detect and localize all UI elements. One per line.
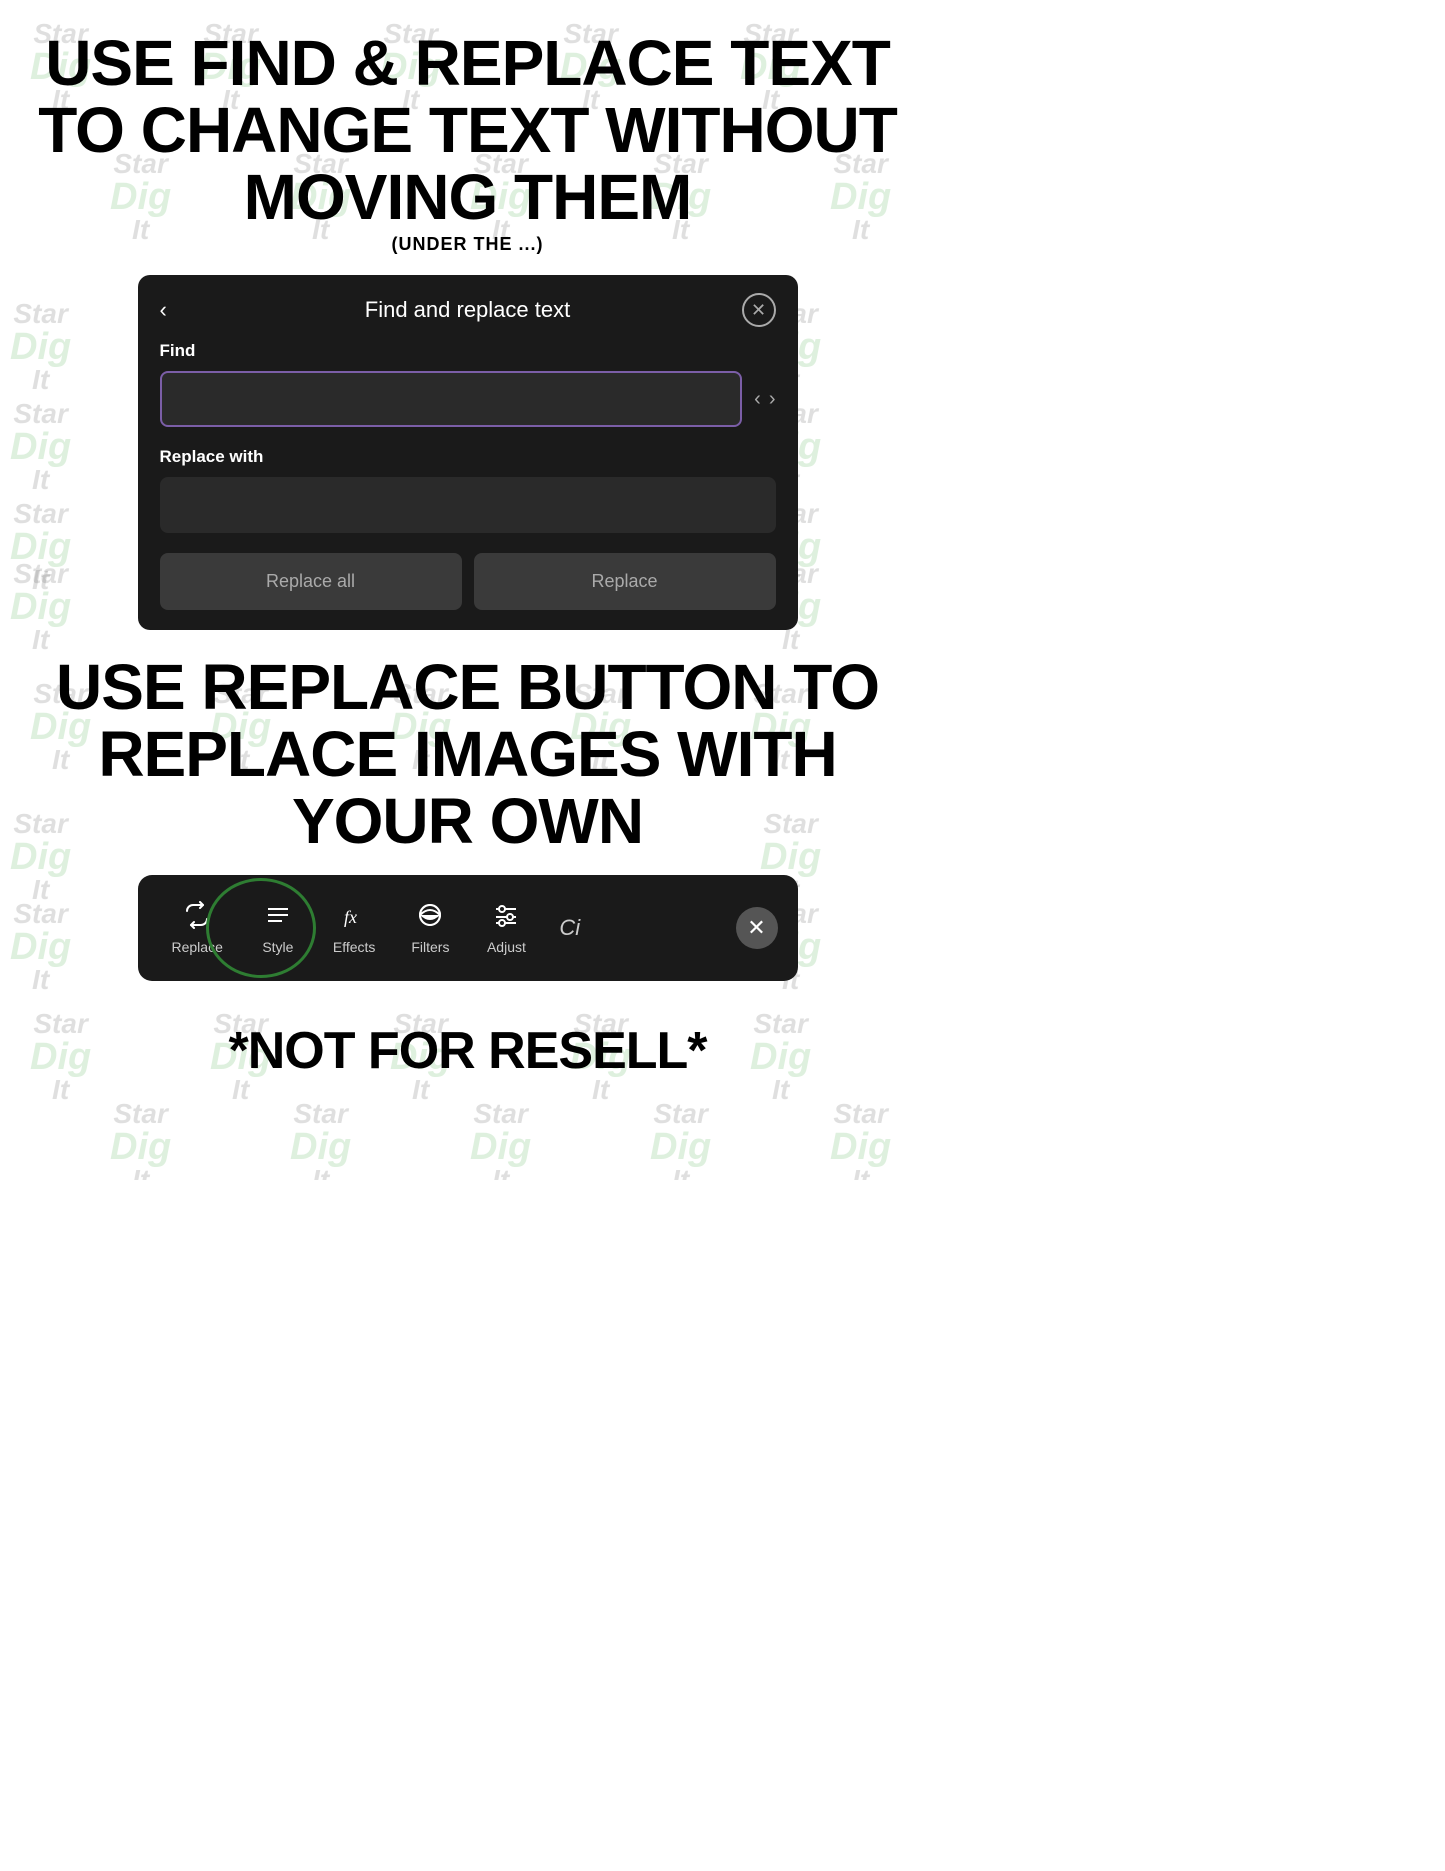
find-row: ‹ › (160, 371, 776, 427)
main-title: USE FIND & REPLACE TEXT TO CHANGE TEXT W… (38, 30, 898, 232)
toolbar-item-ci[interactable]: Ci (547, 909, 592, 947)
replace-all-button[interactable]: Replace all (160, 553, 462, 610)
filters-icon (416, 901, 444, 933)
dialog-body: Find ‹ › Replace with Replace all Replac… (138, 341, 798, 610)
find-input[interactable] (160, 371, 743, 427)
toolbar: Replace Style fx Effects (138, 875, 798, 981)
replace-with-input[interactable] (160, 477, 776, 533)
toolbar-close-button[interactable]: ✕ (736, 907, 778, 949)
filters-label: Filters (411, 939, 449, 955)
dialog-header: ‹ Find and replace text ✕ (138, 275, 798, 341)
dialog-back-button[interactable]: ‹ (160, 299, 167, 321)
footer-text: *NOT FOR RESELL* (38, 1021, 898, 1081)
style-icon (264, 901, 292, 933)
toolbar-item-style[interactable]: Style (243, 893, 313, 963)
find-replace-dialog: ‹ Find and replace text ✕ Find ‹ › Repla… (138, 275, 798, 630)
style-label: Style (262, 939, 293, 955)
prev-arrow-button[interactable]: ‹ (754, 389, 761, 409)
ci-icon: Ci (553, 917, 586, 939)
toolbar-item-effects[interactable]: fx Effects (319, 893, 390, 963)
toolbar-item-filters[interactable]: Filters (395, 893, 465, 963)
dialog-title: Find and replace text (365, 297, 570, 323)
replace-button-title: USE REPLACE BUTTON TO REPLACE IMAGES WIT… (38, 654, 898, 856)
replace-icon (183, 901, 211, 933)
replace-button[interactable]: Replace (474, 553, 776, 610)
find-label: Find (160, 341, 776, 361)
effects-icon: fx (340, 901, 368, 933)
toolbar-item-adjust[interactable]: Adjust (471, 893, 541, 963)
nav-arrows: ‹ › (754, 389, 775, 409)
toolbar-item-replace[interactable]: Replace (158, 893, 237, 963)
replace-label: Replace (172, 939, 223, 955)
next-arrow-button[interactable]: › (769, 389, 776, 409)
page-content: USE FIND & REPLACE TEXT TO CHANGE TEXT W… (0, 0, 935, 1111)
adjust-label: Adjust (487, 939, 526, 955)
adjust-icon (492, 901, 520, 933)
svg-text:fx: fx (344, 907, 357, 927)
dialog-close-button[interactable]: ✕ (742, 293, 776, 327)
button-row: Replace all Replace (160, 553, 776, 610)
subtitle: (UNDER THE ...) (392, 234, 544, 255)
effects-label: Effects (333, 939, 376, 955)
replace-with-label: Replace with (160, 447, 776, 467)
